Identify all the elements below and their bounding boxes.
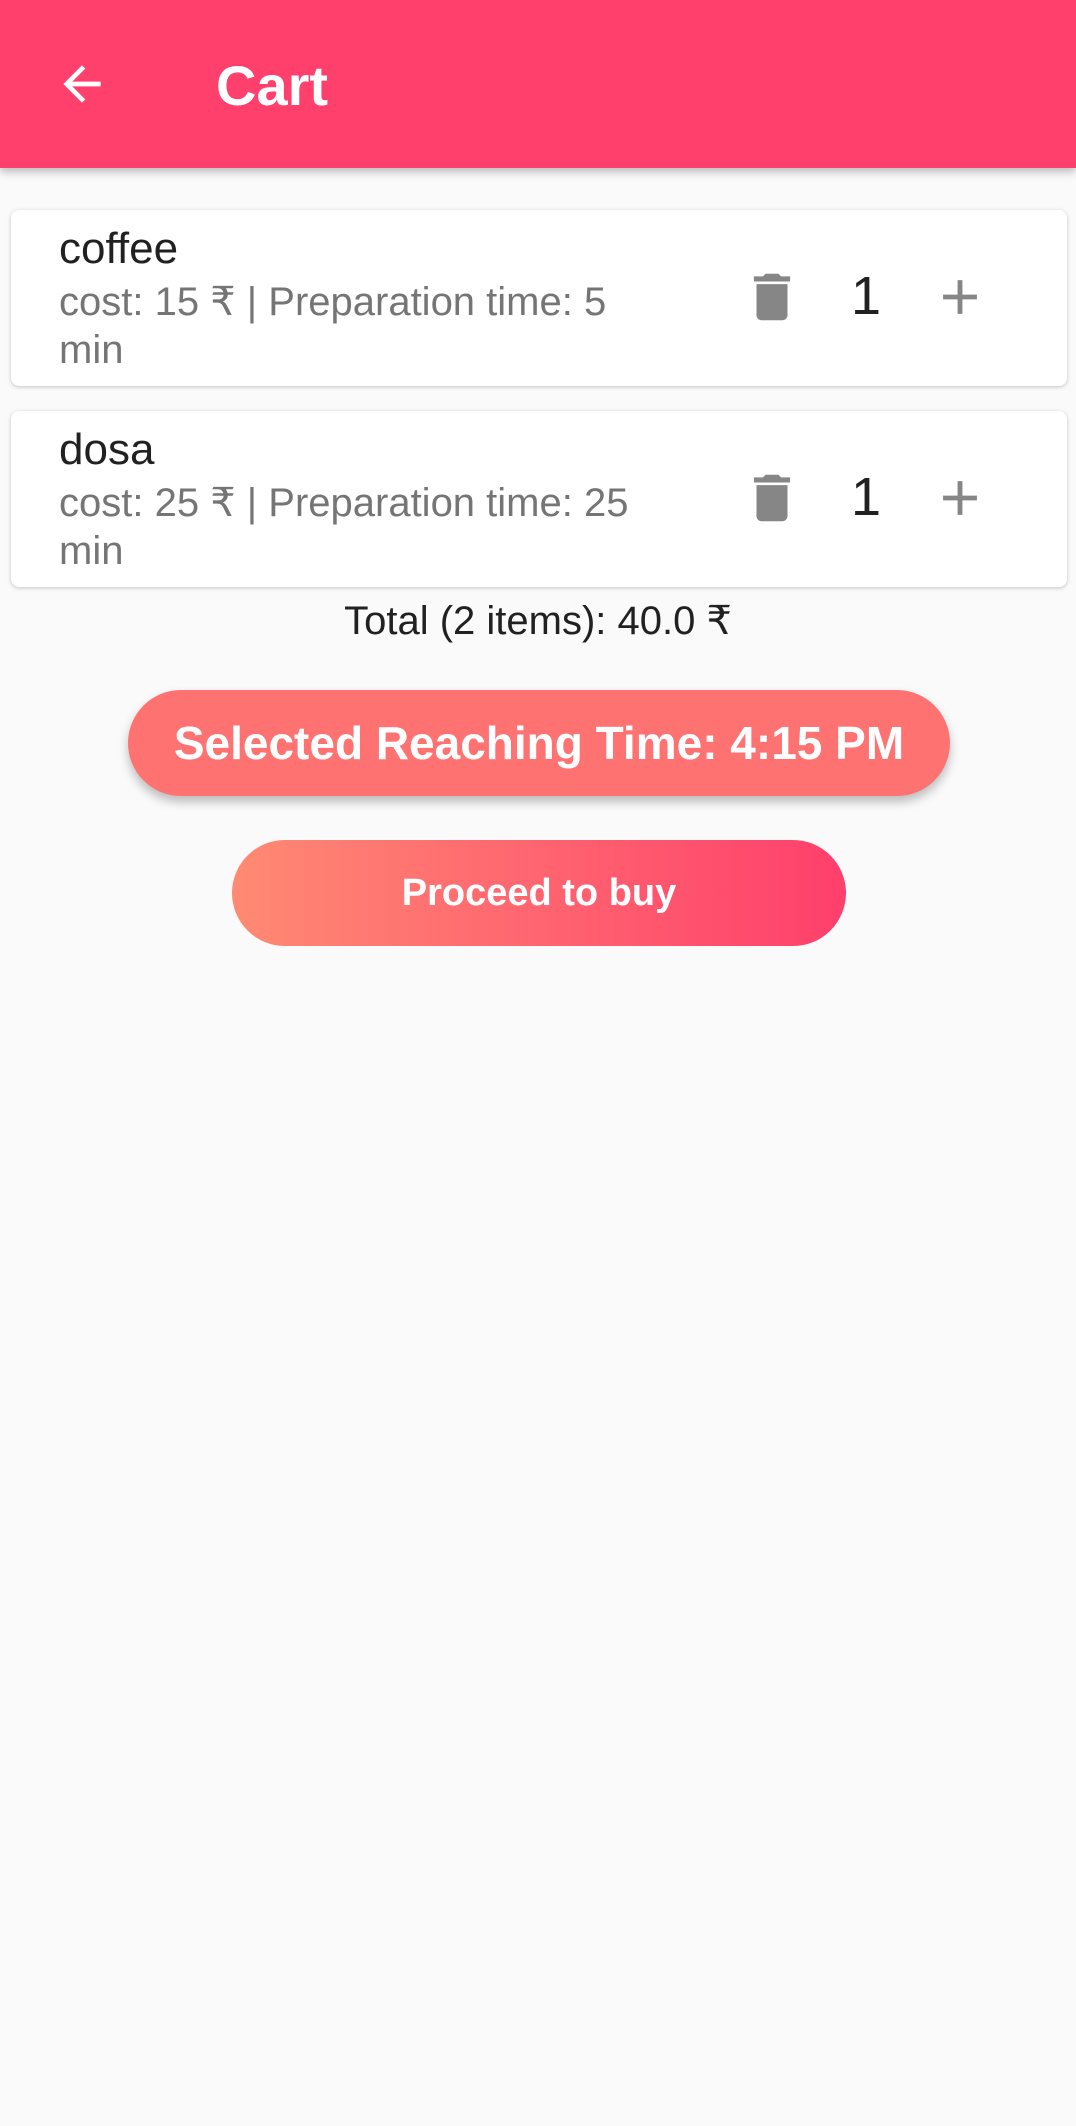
app-bar: Cart	[0, 0, 1076, 168]
quantity-value: 1	[850, 266, 882, 326]
increase-quantity-button[interactable]	[929, 467, 991, 529]
delete-item-button[interactable]	[741, 266, 803, 328]
back-button[interactable]	[50, 52, 114, 116]
cart-item: dosa cost: 25 ₹ | Preparation time: 25 m…	[11, 411, 1067, 587]
page-title: Cart	[216, 54, 329, 117]
plus-icon	[943, 481, 977, 515]
increase-quantity-button[interactable]	[929, 266, 991, 328]
cart-item: coffee cost: 15 ₹ | Preparation time: 5 …	[11, 210, 1067, 386]
arrow-back-icon	[63, 65, 101, 103]
cart-total: Total (2 items): 40.0 ₹	[344, 599, 732, 643]
delete-item-button[interactable]	[741, 467, 803, 529]
reaching-time-button[interactable]: Selected Reaching Time: 4:15 PM	[128, 690, 950, 796]
item-details: cost: 15 ₹ | Preparation time: 5 min	[59, 280, 607, 372]
item-name: coffee	[59, 224, 179, 273]
trash-icon	[753, 474, 791, 522]
proceed-to-buy-button[interactable]: Proceed to buy	[232, 840, 846, 946]
quantity-value: 1	[850, 467, 882, 527]
item-details: cost: 25 ₹ | Preparation time: 25 min	[59, 481, 629, 573]
item-name: dosa	[59, 425, 155, 474]
cart-list: coffee cost: 15 ₹ | Preparation time: 5 …	[11, 210, 1067, 612]
plus-icon	[943, 280, 977, 314]
trash-icon	[753, 273, 791, 321]
